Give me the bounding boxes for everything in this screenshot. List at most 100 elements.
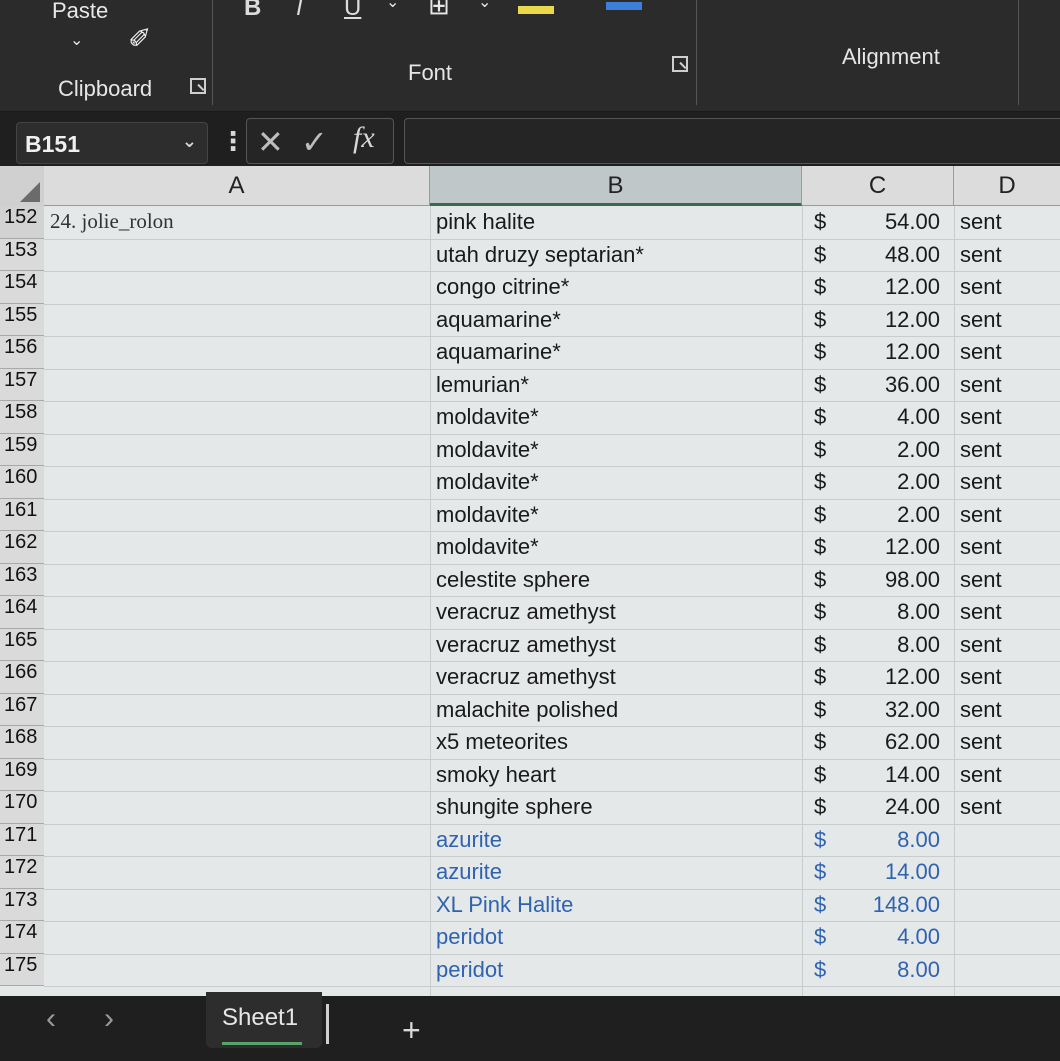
add-sheet-button[interactable]: + [402,1012,421,1049]
cell-c-currency[interactable]: $ [814,957,826,983]
cell-c-currency[interactable]: $ [814,567,826,593]
paste-button[interactable]: Paste [52,0,108,24]
cell-c-currency[interactable]: $ [814,599,826,625]
cell-d[interactable]: sent [960,567,1002,593]
clipboard-dialog-launcher-icon[interactable] [190,78,206,94]
name-box[interactable]: B151 ⌄ [16,122,208,164]
row-header[interactable]: 155 [0,303,44,336]
cell-d[interactable]: sent [960,729,1002,755]
insert-function-icon[interactable]: fx [353,121,375,155]
cell-d[interactable]: sent [960,632,1002,658]
row-header[interactable]: 166 [0,661,44,694]
cell-b[interactable]: smoky heart [436,762,556,788]
cell-c-amount[interactable]: 36.00 [840,372,940,398]
row-header[interactable]: 161 [0,498,44,531]
row-header[interactable]: 156 [0,336,44,369]
cell-b[interactable]: veracruz amethyst [436,599,616,625]
cell-c-amount[interactable]: 12.00 [840,307,940,333]
cell-d[interactable]: sent [960,242,1002,268]
cell-c-amount[interactable]: 148.00 [840,892,940,918]
cell-a[interactable]: 24. jolie_rolon [50,209,174,234]
cell-c-currency[interactable]: $ [814,859,826,885]
cell-c-currency[interactable]: $ [814,372,826,398]
cell-c-amount[interactable]: 14.00 [840,762,940,788]
column-header-d[interactable]: D [954,166,1060,206]
cell-d[interactable]: sent [960,372,1002,398]
bold-button[interactable]: B [244,0,261,22]
column-header-b[interactable]: B [430,166,802,206]
cell-c-currency[interactable]: $ [814,242,826,268]
cell-c-amount[interactable]: 62.00 [840,729,940,755]
cell-d[interactable]: sent [960,209,1002,235]
cell-c-currency[interactable]: $ [814,209,826,235]
cell-b[interactable]: peridot [436,924,503,950]
row-header[interactable]: 160 [0,466,44,499]
cell-c-currency[interactable]: $ [814,762,826,788]
cell-d[interactable]: sent [960,469,1002,495]
borders-dropdown-chevron-icon[interactable]: ⌄ [478,0,491,12]
cell-b[interactable]: azurite [436,859,502,885]
cell-b[interactable]: lemurian* [436,372,529,398]
cell-d[interactable]: sent [960,697,1002,723]
cell-b[interactable]: celestite sphere [436,567,590,593]
cell-b[interactable]: moldavite* [436,469,539,495]
cancel-icon[interactable]: ✕ [257,123,284,161]
cell-b[interactable]: pink halite [436,209,535,235]
cell-d[interactable]: sent [960,762,1002,788]
cell-c-amount[interactable]: 8.00 [840,599,940,625]
format-painter-icon[interactable]: ✐ [128,22,151,55]
cell-c-amount[interactable]: 2.00 [840,437,940,463]
cell-d[interactable]: sent [960,534,1002,560]
cell-b[interactable]: azurite [436,827,502,853]
font-color-swatch[interactable] [606,2,642,10]
row-header[interactable]: 171 [0,823,44,856]
cell-c-currency[interactable]: $ [814,469,826,495]
cell-b[interactable]: utah druzy septarian* [436,242,644,268]
borders-icon[interactable]: ⊞ [428,0,450,21]
cell-d[interactable]: sent [960,274,1002,300]
column-header-c[interactable]: C [802,166,954,206]
cell-b[interactable]: peridot [436,957,503,983]
cell-c-amount[interactable]: 98.00 [840,567,940,593]
cell-b[interactable]: moldavite* [436,534,539,560]
cell-c-currency[interactable]: $ [814,729,826,755]
row-header[interactable]: 174 [0,921,44,954]
cell-c-currency[interactable]: $ [814,664,826,690]
cell-b[interactable]: moldavite* [436,437,539,463]
cell-c-currency[interactable]: $ [814,307,826,333]
column-header-a[interactable]: A [44,166,430,206]
row-header[interactable]: 164 [0,596,44,629]
cell-c-amount[interactable]: 4.00 [840,924,940,950]
row-header[interactable]: 175 [0,953,44,986]
cell-c-amount[interactable]: 32.00 [840,697,940,723]
cell-c-currency[interactable]: $ [814,697,826,723]
underline-button[interactable]: U [344,0,361,22]
scroll-tabs-right-icon[interactable]: › [104,1002,114,1036]
row-header[interactable]: 153 [0,238,44,271]
enter-check-icon[interactable]: ✓ [301,123,328,161]
row-header[interactable]: 167 [0,693,44,726]
cell-c-currency[interactable]: $ [814,437,826,463]
cell-c-amount[interactable]: 2.00 [840,502,940,528]
cell-c-currency[interactable]: $ [814,892,826,918]
cell-c-amount[interactable]: 8.00 [840,827,940,853]
cell-c-amount[interactable]: 12.00 [840,534,940,560]
row-header[interactable]: 154 [0,271,44,304]
cell-b[interactable]: veracruz amethyst [436,632,616,658]
more-options-icon[interactable]: ⋮ [220,126,246,157]
row-header[interactable]: 169 [0,758,44,791]
row-header[interactable]: 170 [0,791,44,824]
cell-d[interactable]: sent [960,502,1002,528]
cell-c-currency[interactable]: $ [814,794,826,820]
cell-b[interactable]: veracruz amethyst [436,664,616,690]
cell-b[interactable]: aquamarine* [436,307,561,333]
cell-b[interactable]: congo citrine* [436,274,569,300]
row-header[interactable]: 157 [0,368,44,401]
row-header[interactable]: 172 [0,856,44,889]
cell-b[interactable]: x5 meteorites [436,729,568,755]
fill-color-swatch[interactable] [518,6,554,14]
paste-dropdown-chevron-icon[interactable]: ⌄ [70,30,83,50]
cell-b[interactable]: aquamarine* [436,339,561,365]
cell-c-currency[interactable]: $ [814,632,826,658]
cell-b[interactable]: XL Pink Halite [436,892,573,918]
